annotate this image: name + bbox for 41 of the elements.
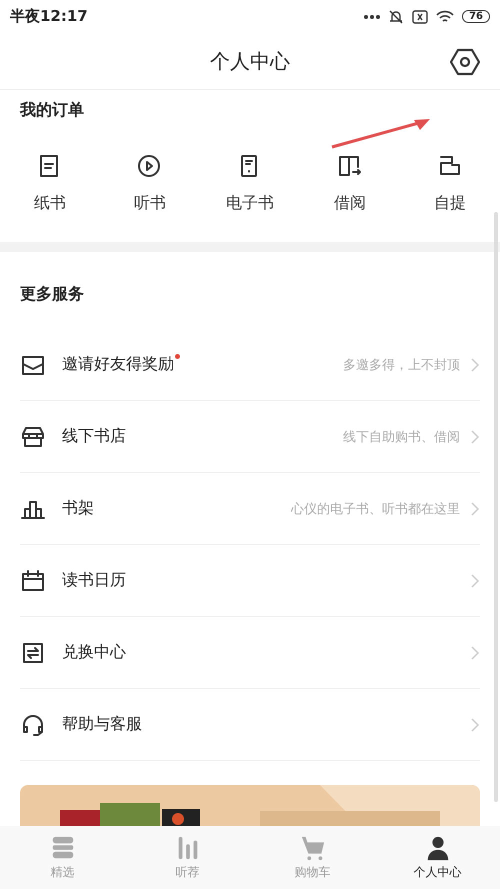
service-row[interactable]: 读书日历 (20, 545, 480, 617)
chevron-icon (470, 428, 480, 444)
play-icon (137, 153, 163, 179)
service-hint: 线下自助购书、借阅 (343, 428, 460, 446)
cart-icon (300, 834, 326, 860)
calendar-icon (20, 568, 46, 594)
chevron-icon (470, 500, 480, 516)
tab-bar-item[interactable]: 个人中心 (375, 826, 500, 889)
service-row[interactable]: 书架 心仪的电子书、听书都在这里 (20, 473, 480, 545)
service-label: 兑换中心 (62, 642, 126, 663)
service-label: 帮助与客服 (62, 714, 142, 735)
order-category[interactable]: 电子书 (220, 153, 280, 214)
service-row[interactable]: 帮助与客服 (20, 689, 480, 761)
section-title: 我的订单 (20, 100, 85, 121)
bell-muted-icon (388, 8, 404, 24)
chevron-icon (470, 572, 480, 588)
service-label: 邀请好友得奖励 (62, 354, 174, 375)
more-dots-icon (364, 14, 380, 18)
service-label: 书架 (62, 498, 94, 519)
service-label: 读书日历 (62, 570, 126, 591)
service-hint: 心仪的电子书、听书都在这里 (291, 500, 460, 518)
chevron-icon (470, 716, 480, 732)
service-hint: 多邀多得，上不封顶 (343, 356, 460, 374)
book-arrow-icon (337, 153, 363, 179)
order-category[interactable]: 纸书 (20, 153, 80, 214)
section-title: 更多服务 (20, 284, 85, 305)
page-title: 个人中心 (210, 48, 290, 74)
service-row[interactable]: 邀请好友得奖励 多邀多得，上不封顶 (20, 329, 480, 401)
settings-icon[interactable] (450, 47, 480, 77)
chevron-icon (470, 644, 480, 660)
order-category[interactable]: 听书 (120, 153, 180, 214)
chevron-icon (470, 356, 480, 372)
service-label: 线下书店 (62, 426, 126, 447)
status-time: 半夜12:17 (10, 7, 88, 26)
wifi-icon (436, 10, 454, 24)
service-row[interactable]: 兑换中心 (20, 617, 480, 689)
sim-icon (412, 10, 428, 24)
battery-level: 76 (462, 10, 490, 23)
order-category[interactable]: 借阅 (320, 153, 380, 214)
service-row[interactable]: 线下书店 线下自助购书、借阅 (20, 401, 480, 473)
order-category[interactable]: 自提 (420, 153, 480, 214)
